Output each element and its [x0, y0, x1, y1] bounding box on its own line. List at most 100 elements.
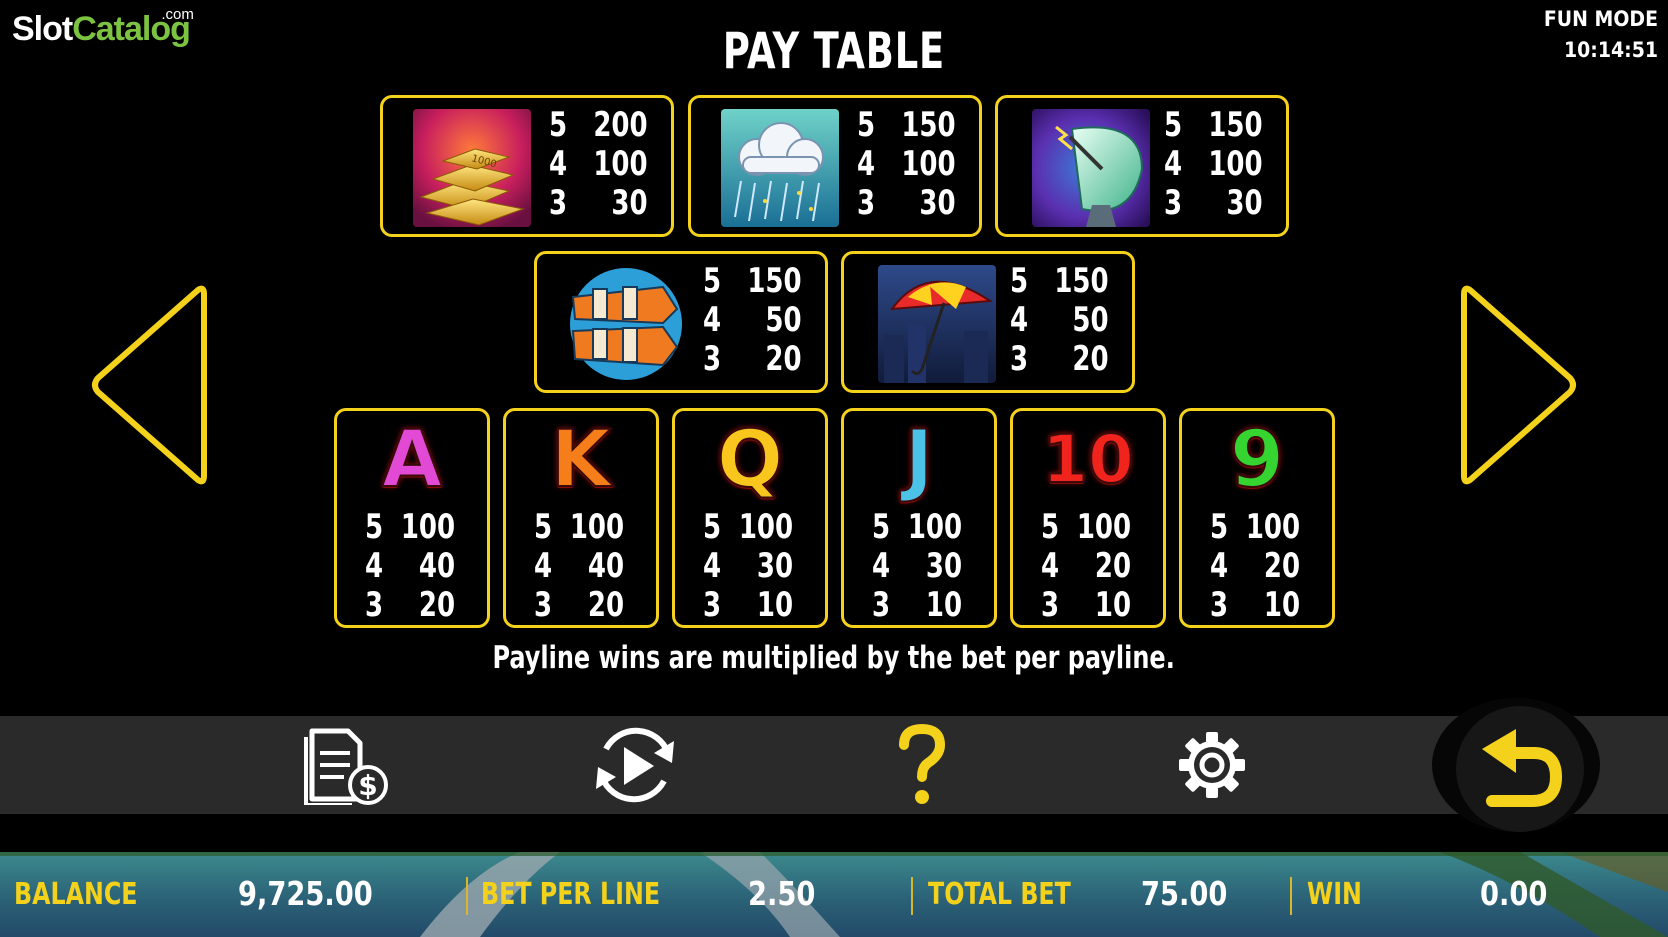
storm-cloud-icon	[721, 109, 839, 227]
match-count: 4	[857, 144, 876, 184]
umbrella-icon	[878, 265, 996, 383]
match-count: 3	[1041, 585, 1060, 625]
paytable-card-number-9: 9 5 100 4 20 3 10	[1179, 408, 1335, 628]
toolbar	[0, 716, 1668, 814]
divider	[466, 877, 468, 915]
payline-note-text: Payline wins are multiplied by the bet p…	[492, 640, 1176, 676]
match-count: 4	[1010, 300, 1029, 340]
match-count: 3	[534, 585, 553, 625]
gear-icon	[1179, 732, 1245, 798]
match-count: 5	[703, 261, 722, 301]
symbol-a-icon: A	[381, 415, 443, 505]
payout-value: 150	[1054, 261, 1109, 301]
payout-value: 10	[756, 585, 794, 625]
payout-value: 100	[593, 144, 648, 184]
paytable-card-windsock: 5 150 4 50 3 20	[534, 251, 828, 393]
payout-value: 10	[1263, 585, 1301, 625]
payout-list: 5 100 4 40 3 20	[534, 508, 624, 625]
match-count: 4	[549, 144, 568, 184]
payout-value: 30	[756, 546, 794, 586]
status-area: FUN MODE 10:14:51	[1544, 4, 1658, 66]
match-count: 3	[365, 585, 384, 625]
paytable-card-storm-cloud: 5 150 4 100 3 30	[688, 95, 982, 237]
match-count: 4	[703, 300, 722, 340]
paytable-card-gold-bars: 1000 5 200 4 100 3 30	[380, 95, 674, 237]
symbol-9-icon: 9	[1229, 415, 1285, 505]
back-arrow-icon	[1482, 729, 1563, 807]
payout-list: 5 100 4 20 3 10	[1210, 508, 1300, 625]
payout-value: 40	[587, 546, 625, 586]
payout-value: 150	[747, 261, 802, 301]
back-button[interactable]	[1456, 706, 1584, 832]
payout-list: 5 150 4 50 3 20	[703, 262, 802, 379]
total-bet-label: TOTAL BET	[928, 877, 1071, 912]
paytable-card-letter-k: K 5 100 4 40 3 20	[503, 408, 659, 628]
match-count: 5	[549, 105, 568, 145]
payout-value: 30	[611, 183, 648, 223]
payout-value: 150	[901, 105, 956, 145]
payout-value: 100	[901, 144, 956, 184]
paytable-card-satellite-dish: 5 150 4 100 3 30	[995, 95, 1289, 237]
payout-value: 100	[1208, 144, 1263, 184]
mode-label: FUN MODE	[1543, 7, 1658, 31]
payout-list: 5 100 4 40 3 20	[365, 508, 455, 625]
match-count: 4	[703, 546, 722, 586]
match-count: 5	[1164, 105, 1183, 145]
clock: 10:14:51	[1564, 38, 1658, 62]
payout-value: 20	[1263, 546, 1301, 586]
gold-bars-icon: 1000	[413, 109, 531, 227]
match-count: 4	[365, 546, 384, 586]
payout-value: 100	[400, 507, 456, 547]
payout-value: 10	[925, 585, 963, 625]
match-count: 5	[703, 507, 722, 547]
logo-suffix: .com	[161, 6, 194, 23]
logo-part-slot: Slot	[12, 10, 73, 48]
payout-value: 200	[593, 105, 648, 145]
payout-value: 100	[1245, 507, 1301, 547]
match-count: 5	[857, 105, 876, 145]
payout-value: 30	[919, 183, 956, 223]
autoplay-icon	[596, 727, 674, 803]
match-count: 5	[872, 507, 891, 547]
match-count: 3	[703, 585, 722, 625]
windsock-icon	[567, 265, 685, 383]
win-label: WIN	[1307, 877, 1362, 912]
paytable-card-letter-j: J 5 100 4 30 3 10	[841, 408, 997, 628]
payout-value: 40	[418, 546, 456, 586]
match-count: 3	[1164, 183, 1183, 223]
page-title: PAY TABLE	[722, 22, 946, 80]
payout-value: 100	[738, 507, 794, 547]
payout-value: 20	[418, 585, 456, 625]
bet-per-line-value: 2.50	[748, 874, 816, 913]
match-count: 4	[1210, 546, 1229, 586]
autoplay-button[interactable]	[585, 722, 685, 808]
payout-value: 100	[1076, 507, 1132, 547]
match-count: 3	[1210, 585, 1229, 625]
help-question-icon	[899, 723, 946, 804]
payout-value: 150	[1208, 105, 1263, 145]
payout-list: 5 100 4 30 3 10	[703, 508, 793, 625]
settings-button[interactable]	[1162, 722, 1262, 808]
chevron-right-icon	[1461, 285, 1576, 485]
chevron-left-icon	[92, 285, 207, 485]
match-count: 5	[534, 507, 553, 547]
svg-text:$: $	[358, 769, 377, 802]
match-count: 3	[857, 183, 876, 223]
match-count: 3	[549, 183, 568, 223]
payline-note: Payline wins are multiplied by the bet p…	[0, 640, 1668, 676]
paytable-dollar-icon: $	[304, 728, 388, 805]
payout-value: 20	[1072, 339, 1109, 379]
satellite-dish-icon	[1032, 109, 1150, 227]
next-page-button[interactable]	[1458, 282, 1578, 492]
previous-page-button[interactable]	[90, 282, 210, 492]
match-count: 3	[703, 339, 722, 379]
symbol-10-icon: 10	[1041, 420, 1135, 499]
paytable-button[interactable]: $	[294, 722, 394, 808]
payout-value: 20	[587, 585, 625, 625]
payout-value: 10	[1094, 585, 1132, 625]
payout-value: 30	[925, 546, 963, 586]
payout-list: 5 150 4 100 3 30	[1164, 106, 1263, 223]
payout-list: 5 100 4 30 3 10	[872, 508, 962, 625]
help-button[interactable]	[872, 722, 972, 808]
paytable-card-umbrella: 5 150 4 50 3 20	[841, 251, 1135, 393]
